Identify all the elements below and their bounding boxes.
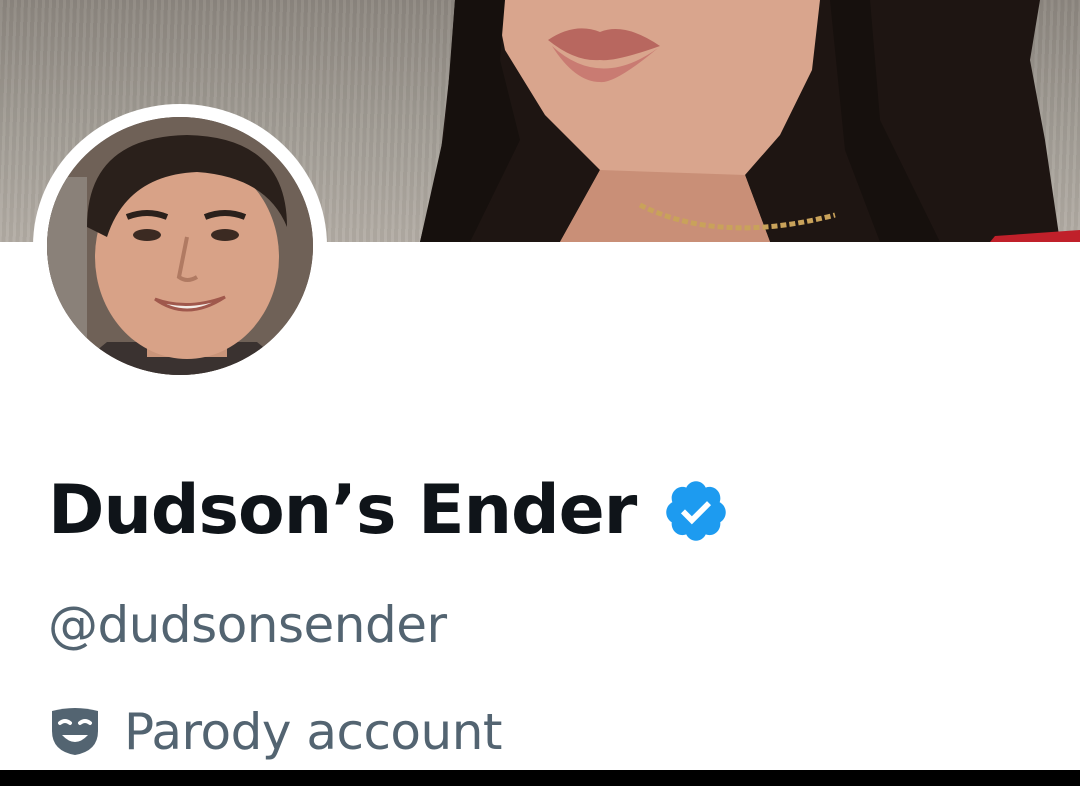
name-row: Dudson’s Ender [48,466,730,556]
theater-mask-icon [52,708,98,755]
avatar[interactable] [33,104,327,388]
bottom-edge-bar [0,770,1080,786]
parody-account-label: Parody account [124,703,503,761]
user-handle: @dudsonsender [48,596,447,654]
parody-label-row: Parody account [48,700,503,764]
verified-badge-icon[interactable] [662,477,730,545]
avatar-image [47,117,313,375]
display-name: Dudson’s Ender [48,471,637,550]
